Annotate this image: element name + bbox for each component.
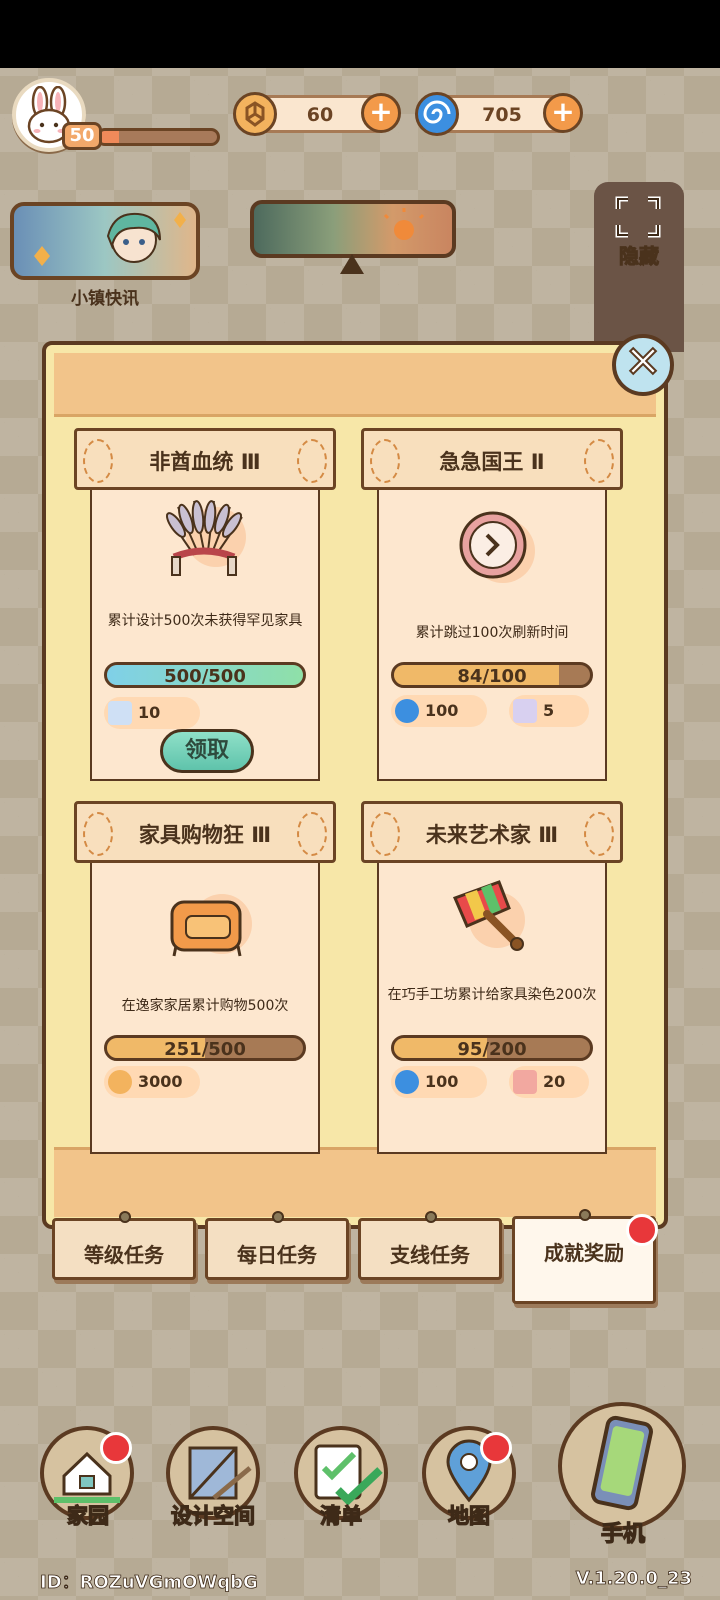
nav-label: 手机 bbox=[600, 1521, 645, 1547]
level-badge: 50 bbox=[62, 122, 102, 150]
swirl-currency: 705 + bbox=[415, 92, 583, 136]
hide-ui-button[interactable]: 隐藏 bbox=[607, 240, 671, 269]
blue-swirl-icon bbox=[395, 699, 419, 723]
tab-label: 等级任务 bbox=[84, 1243, 164, 1267]
achievement-title-banner: 急急国王 Ⅱ bbox=[361, 428, 623, 490]
feather-headdress-icon bbox=[165, 500, 246, 576]
achievement-title: 未来艺术家 Ⅲ bbox=[425, 823, 559, 847]
progress-text: 95/200 bbox=[457, 1039, 527, 1060]
blueprint-ticket-icon bbox=[108, 701, 132, 725]
weather-timeline[interactable] bbox=[250, 200, 456, 258]
tab-side-quests[interactable]: 支线任务 bbox=[358, 1211, 502, 1280]
notification-dot bbox=[100, 1432, 132, 1464]
modal-footer bbox=[54, 1147, 656, 1217]
reward-item: 10 bbox=[104, 697, 200, 729]
add-gold-button[interactable]: + bbox=[361, 93, 401, 133]
achievement-title: 非酋血统 Ⅲ bbox=[149, 450, 261, 474]
achievement-description: 在巧手工坊累计给家具染色200次 bbox=[387, 987, 597, 1003]
add-swirl-button[interactable]: + bbox=[543, 93, 583, 133]
reward-item: 20 bbox=[509, 1066, 589, 1098]
nav-phone-button[interactable] bbox=[558, 1402, 686, 1530]
progress-text: 251/500 bbox=[164, 1039, 246, 1060]
pin-icon bbox=[425, 1211, 437, 1223]
reward-amount: 100 bbox=[425, 701, 459, 720]
reward-amount: 3000 bbox=[138, 1072, 183, 1091]
paint-brush-icon bbox=[452, 880, 525, 951]
reward-item: 3000 bbox=[104, 1066, 200, 1098]
achievement-title-banner: 家具购物狂 Ⅲ bbox=[74, 801, 336, 863]
achievement-progress-bar: 500/500 bbox=[104, 662, 306, 688]
nav-label: 家园 bbox=[66, 1503, 109, 1528]
progress-text: 500/500 bbox=[164, 666, 246, 687]
tab-label: 每日任务 bbox=[237, 1243, 317, 1267]
fullscreen-icon[interactable] bbox=[614, 195, 662, 239]
progress-text: 84/100 bbox=[457, 666, 527, 687]
news-character-image bbox=[34, 212, 186, 266]
tab-level-tasks[interactable]: 等级任务 bbox=[52, 1211, 196, 1280]
achievement-card: 累计跳过100次刷新时间 84/100 100 5 bbox=[377, 465, 607, 781]
reward-amount: 10 bbox=[138, 703, 161, 722]
swirl-amount: 705 bbox=[482, 104, 522, 126]
claim-button[interactable]: 领取 bbox=[160, 729, 254, 773]
achievement-progress-bar: 95/200 bbox=[391, 1035, 593, 1061]
phone-icon bbox=[591, 1415, 653, 1511]
pin-icon bbox=[272, 1211, 284, 1223]
pin-icon bbox=[579, 1209, 591, 1221]
status-bar bbox=[0, 0, 720, 68]
achievement-card: 在逸家家居累计购物500次 251/500 3000 bbox=[90, 838, 320, 1154]
tab-daily-tasks[interactable]: 每日任务 bbox=[205, 1211, 349, 1280]
achievement-title-banner: 未来艺术家 Ⅲ bbox=[361, 801, 623, 863]
nav-label: 地图 bbox=[447, 1503, 490, 1528]
reward-amount: 5 bbox=[543, 701, 555, 720]
blue-swirl-icon bbox=[395, 1070, 419, 1094]
achievement-title: 急急国王 Ⅱ bbox=[439, 450, 545, 474]
gold-coin-icon bbox=[108, 1070, 132, 1094]
level-progress-bar bbox=[96, 128, 220, 146]
achievement-title-banner: 非酋血统 Ⅲ bbox=[74, 428, 336, 490]
tab-label: 支线任务 bbox=[390, 1243, 470, 1267]
modal-header bbox=[54, 353, 656, 417]
blue-swirl-icon bbox=[415, 92, 459, 136]
achievement-title: 家具购物狂 Ⅲ bbox=[138, 823, 272, 847]
pin-icon bbox=[119, 1211, 131, 1223]
player-id: ID：ROZuVGmOWqbG bbox=[40, 1572, 259, 1594]
ticket-icon bbox=[513, 699, 537, 723]
weather-pointer-icon bbox=[340, 254, 364, 274]
notification-dot bbox=[480, 1432, 512, 1464]
coupon-icon bbox=[513, 1070, 537, 1094]
achievement-description: 在逸家家居累计购物500次 bbox=[121, 998, 289, 1014]
nav-label: 设计空间 bbox=[170, 1503, 255, 1528]
achievement-card: 累计设计500次未获得罕见家具 500/500 10 领取 bbox=[90, 465, 320, 781]
achievement-description: 累计设计500次未获得罕见家具 bbox=[107, 613, 303, 629]
close-button[interactable]: ✕ bbox=[612, 334, 674, 396]
notification-dot bbox=[626, 1214, 658, 1246]
clock-icon bbox=[459, 511, 535, 583]
reward-item: 100 bbox=[391, 1066, 487, 1098]
town-news-banner[interactable] bbox=[10, 202, 200, 280]
armchair-icon bbox=[170, 894, 252, 957]
gold-currency: 60 + bbox=[233, 92, 401, 136]
gold-amount: 60 bbox=[306, 104, 334, 126]
achievement-progress-bar: 251/500 bbox=[104, 1035, 306, 1061]
nav-label: 清单 bbox=[319, 1503, 362, 1528]
town-news-label: 小镇快讯 bbox=[71, 289, 139, 309]
reward-item: 5 bbox=[509, 695, 589, 727]
achievement-description: 累计跳过100次刷新时间 bbox=[415, 625, 569, 641]
gold-coin-icon bbox=[233, 92, 277, 136]
reward-item: 100 bbox=[391, 695, 487, 727]
app-version: V.1.20.0_23 bbox=[575, 1568, 692, 1590]
reward-amount: 20 bbox=[543, 1072, 566, 1091]
achievement-card: 在巧手工坊累计给家具染色200次 95/200 100 20 bbox=[377, 838, 607, 1154]
weather-sun-icon bbox=[383, 208, 425, 240]
achievement-progress-bar: 84/100 bbox=[391, 662, 593, 688]
reward-amount: 100 bbox=[425, 1072, 459, 1091]
